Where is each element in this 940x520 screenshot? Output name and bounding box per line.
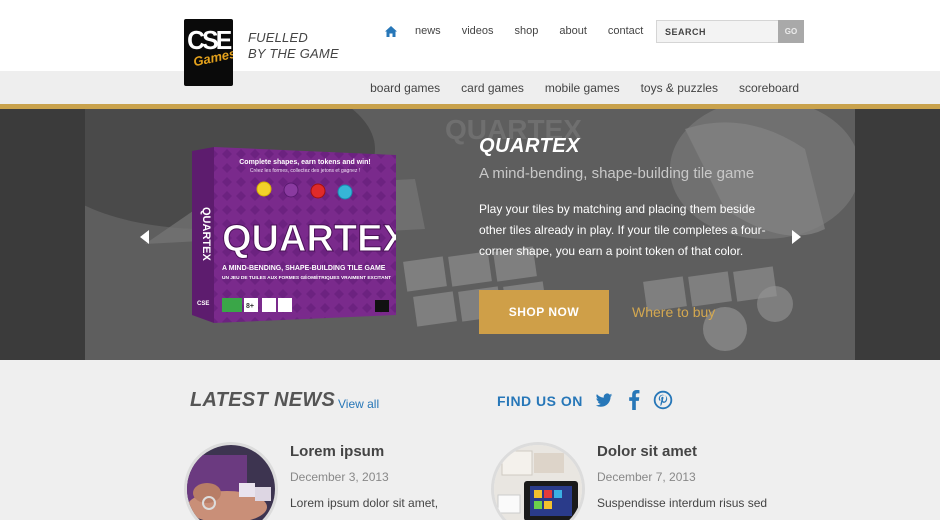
tagline-line-1: FUELLED xyxy=(248,30,308,45)
category-bar: board games card games mobile games toys… xyxy=(0,71,940,104)
article-excerpt: Lorem ipsum dolor sit amet, xyxy=(290,496,439,510)
news-section: LATEST NEWS View all FIND US ON Lorem ip… xyxy=(0,360,940,520)
category-toys-puzzles[interactable]: toys & puzzles xyxy=(641,81,718,95)
article-photo-tablet xyxy=(494,445,582,520)
category-scoreboard[interactable]: scoreboard xyxy=(739,81,799,95)
main-nav: news videos shop about contact xyxy=(385,25,664,37)
category-card-games[interactable]: card games xyxy=(461,81,524,95)
home-icon[interactable] xyxy=(385,25,397,37)
article-photo-hands xyxy=(187,445,275,520)
article-title[interactable]: Lorem ipsum xyxy=(290,443,384,460)
box-tagline-en: Complete shapes, earn tokens and win! xyxy=(239,159,370,166)
pinterest-icon[interactable] xyxy=(653,390,673,410)
article-date: December 7, 2013 xyxy=(597,470,696,484)
quartex-box-image: QUARTEX CSE Complete shapes, earn tokens… xyxy=(192,147,396,323)
search-form: GO xyxy=(656,20,804,43)
article-thumbnail[interactable] xyxy=(491,442,585,520)
hero-side-panel-left xyxy=(0,109,85,360)
nav-videos[interactable]: videos xyxy=(462,25,494,37)
nav-contact[interactable]: contact xyxy=(608,25,643,37)
search-input[interactable] xyxy=(656,20,778,43)
hero-title: QUARTEX xyxy=(479,135,580,157)
nav-news[interactable]: news xyxy=(415,25,441,37)
hero-slider: QUARTEX QUARTEX CSE Complete shapes, ear… xyxy=(0,109,940,360)
category-board-games[interactable]: board games xyxy=(370,81,440,95)
view-all-link[interactable]: View all xyxy=(338,397,379,411)
top-header: CSE Games FUELLED BY THE GAME news video… xyxy=(0,0,940,86)
latest-news-heading: LATEST NEWS xyxy=(190,389,336,411)
box-side-name: QUARTEX xyxy=(200,207,212,261)
nav-shop[interactable]: shop xyxy=(514,25,538,37)
search-go-button[interactable]: GO xyxy=(778,20,804,43)
box-game-name: QUARTEX xyxy=(222,218,396,260)
article-thumbnail[interactable] xyxy=(184,442,278,520)
category-mobile-games[interactable]: mobile games xyxy=(545,81,620,95)
box-tagline-fr: Créez les formes, collectez des jetons e… xyxy=(250,168,360,174)
nav-about[interactable]: about xyxy=(559,25,587,37)
slider-prev-arrow-icon[interactable] xyxy=(140,230,149,244)
find-us-label: FIND US ON xyxy=(497,393,583,409)
where-to-buy-link[interactable]: Where to buy xyxy=(632,304,715,320)
article-excerpt: Suspendisse interdum risus sed xyxy=(597,496,768,510)
hero-subtitle: A mind-bending, shape-building tile game xyxy=(479,165,755,182)
category-nav: board games card games mobile games toys… xyxy=(349,81,799,95)
twitter-icon[interactable] xyxy=(595,390,613,410)
box-strapline-en: A MIND-BENDING, SHAPE-BUILDING TILE GAME xyxy=(222,265,386,272)
hero-description: Play your tiles by matching and placing … xyxy=(479,202,766,258)
box-age-badge: 8+ xyxy=(246,303,254,310)
facebook-icon[interactable] xyxy=(628,390,640,410)
article-title[interactable]: Dolor sit amet xyxy=(597,443,697,460)
shop-now-button[interactable]: SHOP NOW xyxy=(479,290,609,334)
slider-next-arrow-icon[interactable] xyxy=(792,230,801,244)
cse-games-logo[interactable]: CSE Games xyxy=(184,19,233,86)
article-date: December 3, 2013 xyxy=(290,470,389,484)
hero-side-panel-right xyxy=(855,109,940,360)
tagline: FUELLED BY THE GAME xyxy=(248,30,339,62)
tagline-line-2: BY THE GAME xyxy=(248,46,339,61)
box-side-brand: CSE xyxy=(197,301,209,307)
